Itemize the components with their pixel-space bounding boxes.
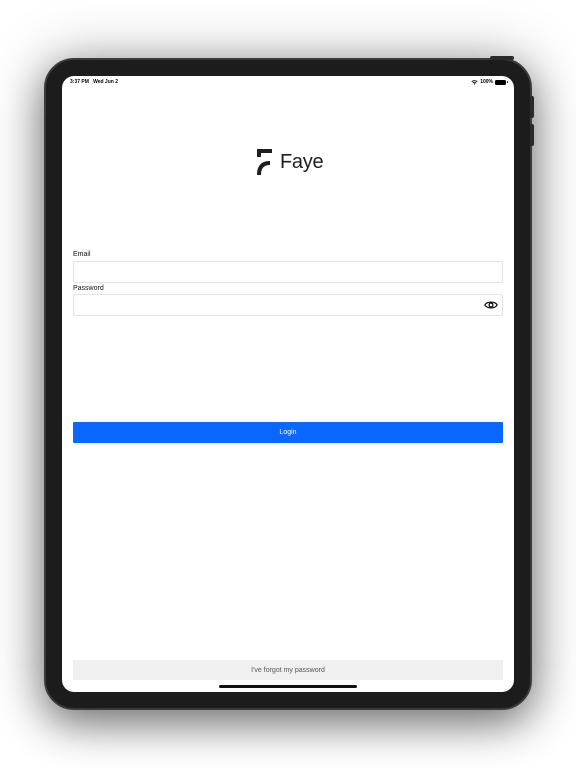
status-date: Wed Jun 2 [93, 79, 118, 85]
email-field[interactable] [73, 261, 503, 283]
app-screen: 3:37 PM Wed Jun 2 100% Faye Email Passwo… [62, 76, 514, 692]
volume-up-button [530, 96, 534, 118]
home-indicator[interactable] [219, 685, 357, 688]
status-time: 3:37 PM [70, 79, 89, 85]
login-button[interactable]: Login [73, 422, 503, 443]
faye-logo-icon [257, 149, 272, 175]
brand-logo: Faye [256, 148, 324, 176]
status-indicators: 100% [471, 79, 508, 85]
status-time-date: 3:37 PM Wed Jun 2 [70, 79, 118, 85]
status-bar: 3:37 PM Wed Jun 2 100% [62, 76, 514, 88]
wifi-icon [471, 79, 478, 85]
email-label: Email [73, 251, 91, 258]
eye-icon[interactable] [484, 299, 498, 311]
battery-icon [495, 79, 508, 85]
brand-name: Faye [280, 150, 324, 173]
power-button [490, 56, 514, 60]
password-label: Password [73, 285, 104, 292]
forgot-password-button[interactable]: I've forgot my password [73, 660, 503, 680]
volume-down-button [530, 124, 534, 146]
password-field[interactable] [73, 294, 503, 316]
battery-percent: 100% [480, 79, 493, 85]
